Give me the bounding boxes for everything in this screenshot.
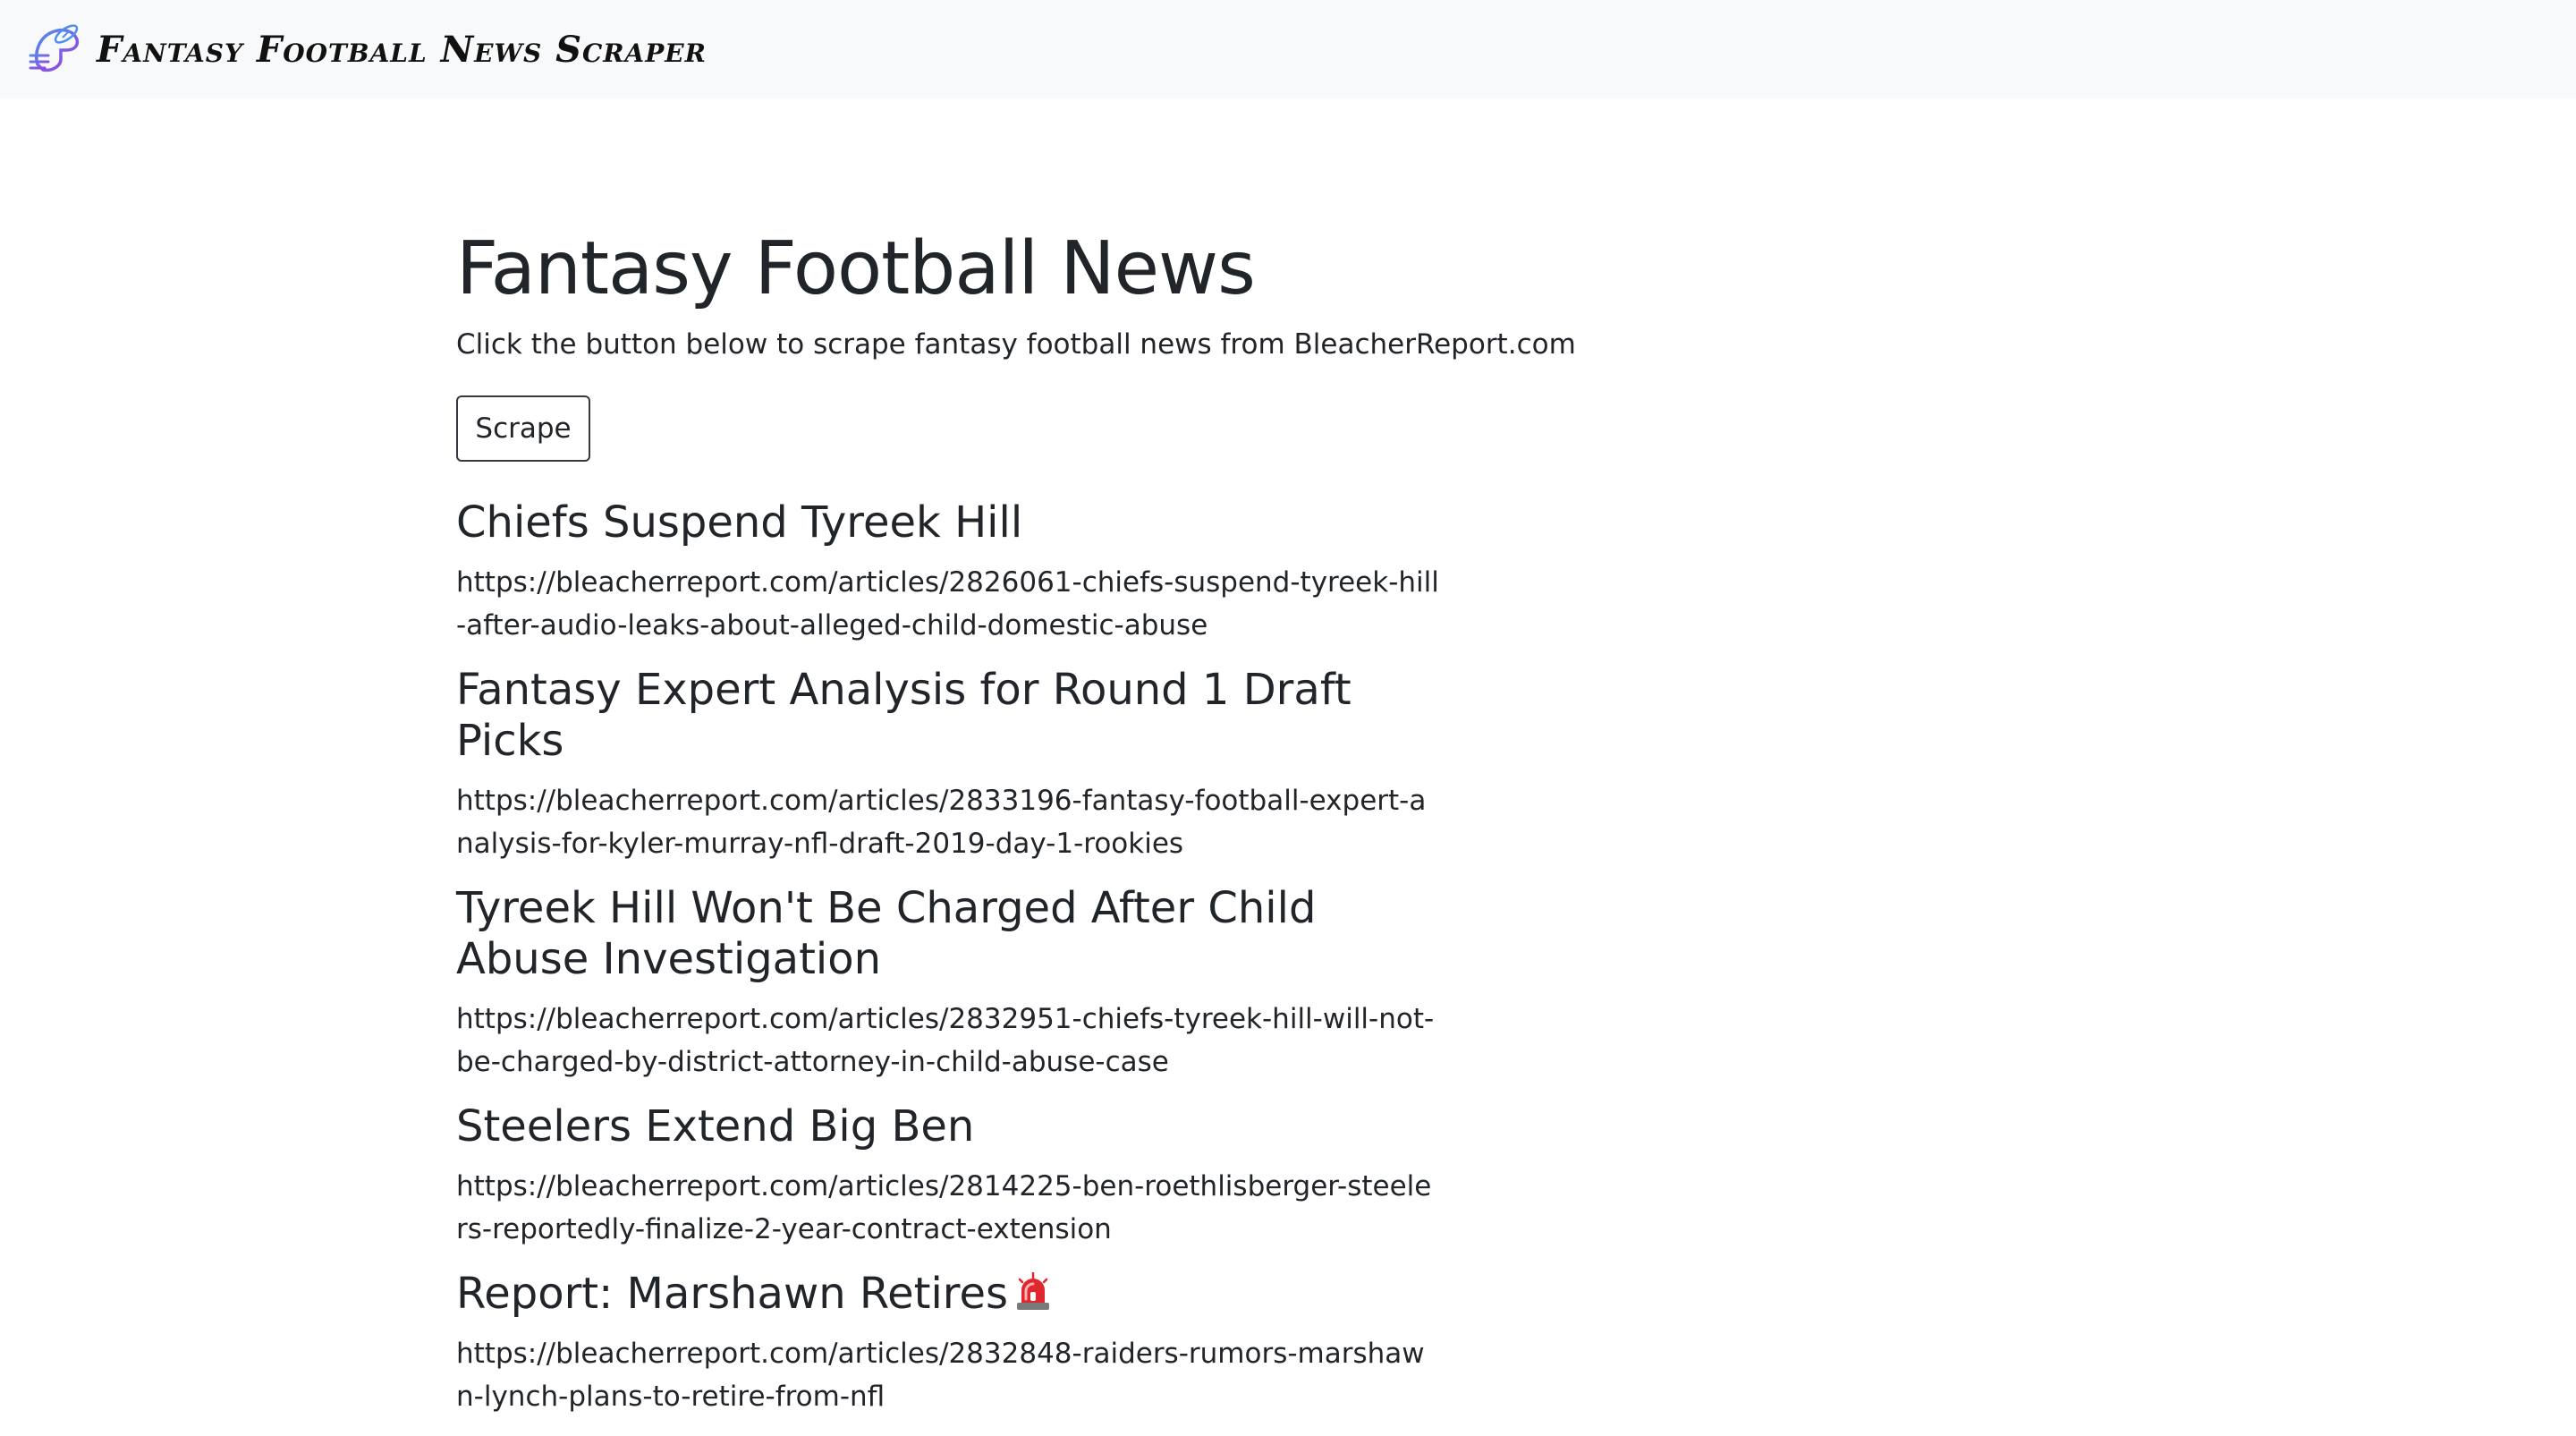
main-content: Fantasy Football News Click the button b… bbox=[456, 220, 1576, 1436]
article-link[interactable]: https://bleacherreport.com/articles/2833… bbox=[456, 779, 1440, 865]
article-item: Report: Marshawn Retires https://bleache… bbox=[456, 1269, 1485, 1418]
page-title: Fantasy Football News bbox=[456, 226, 1256, 311]
article-title-row: Report: Marshawn Retires bbox=[456, 1269, 1440, 1320]
article-title: Tyreek Hill Won't Be Charged After Child… bbox=[456, 883, 1317, 984]
scrape-button[interactable]: Scrape bbox=[456, 395, 590, 462]
article-item: Tyreek Hill Won't Be Charged After Child… bbox=[456, 883, 1485, 1083]
football-helmet-icon bbox=[29, 24, 80, 72]
article-title: Report: Marshawn Retires bbox=[456, 1269, 1008, 1319]
article-item: Steelers Extend Big Ben https://bleacher… bbox=[456, 1101, 1485, 1251]
article-link[interactable]: https://bleacherreport.com/articles/2832… bbox=[456, 1332, 1440, 1418]
navbar-brand[interactable]: Fantasy Football News Scraper bbox=[25, 20, 707, 79]
article-link[interactable]: https://bleacherreport.com/articles/2832… bbox=[456, 998, 1440, 1083]
article-title: Fantasy Expert Analysis for Round 1 Draf… bbox=[456, 665, 1352, 766]
navbar: Fantasy Football News Scraper bbox=[0, 0, 2576, 98]
article-list: Chiefs Suspend Tyreek Hill https://bleac… bbox=[456, 497, 1485, 1418]
article-title: Steelers Extend Big Ben bbox=[456, 1101, 975, 1151]
article-link[interactable]: https://bleacherreport.com/articles/2826… bbox=[456, 561, 1440, 647]
brand-title: Fantasy Football News Scraper bbox=[97, 28, 707, 71]
page-description: Click the button below to scrape fantasy… bbox=[456, 328, 1576, 361]
article-item: Chiefs Suspend Tyreek Hill https://bleac… bbox=[456, 497, 1485, 647]
siren-icon bbox=[1017, 1272, 1049, 1310]
article-item: Fantasy Expert Analysis for Round 1 Draf… bbox=[456, 665, 1485, 865]
article-link[interactable]: https://bleacherreport.com/articles/2814… bbox=[456, 1165, 1440, 1251]
article-title: Chiefs Suspend Tyreek Hill bbox=[456, 497, 1023, 548]
